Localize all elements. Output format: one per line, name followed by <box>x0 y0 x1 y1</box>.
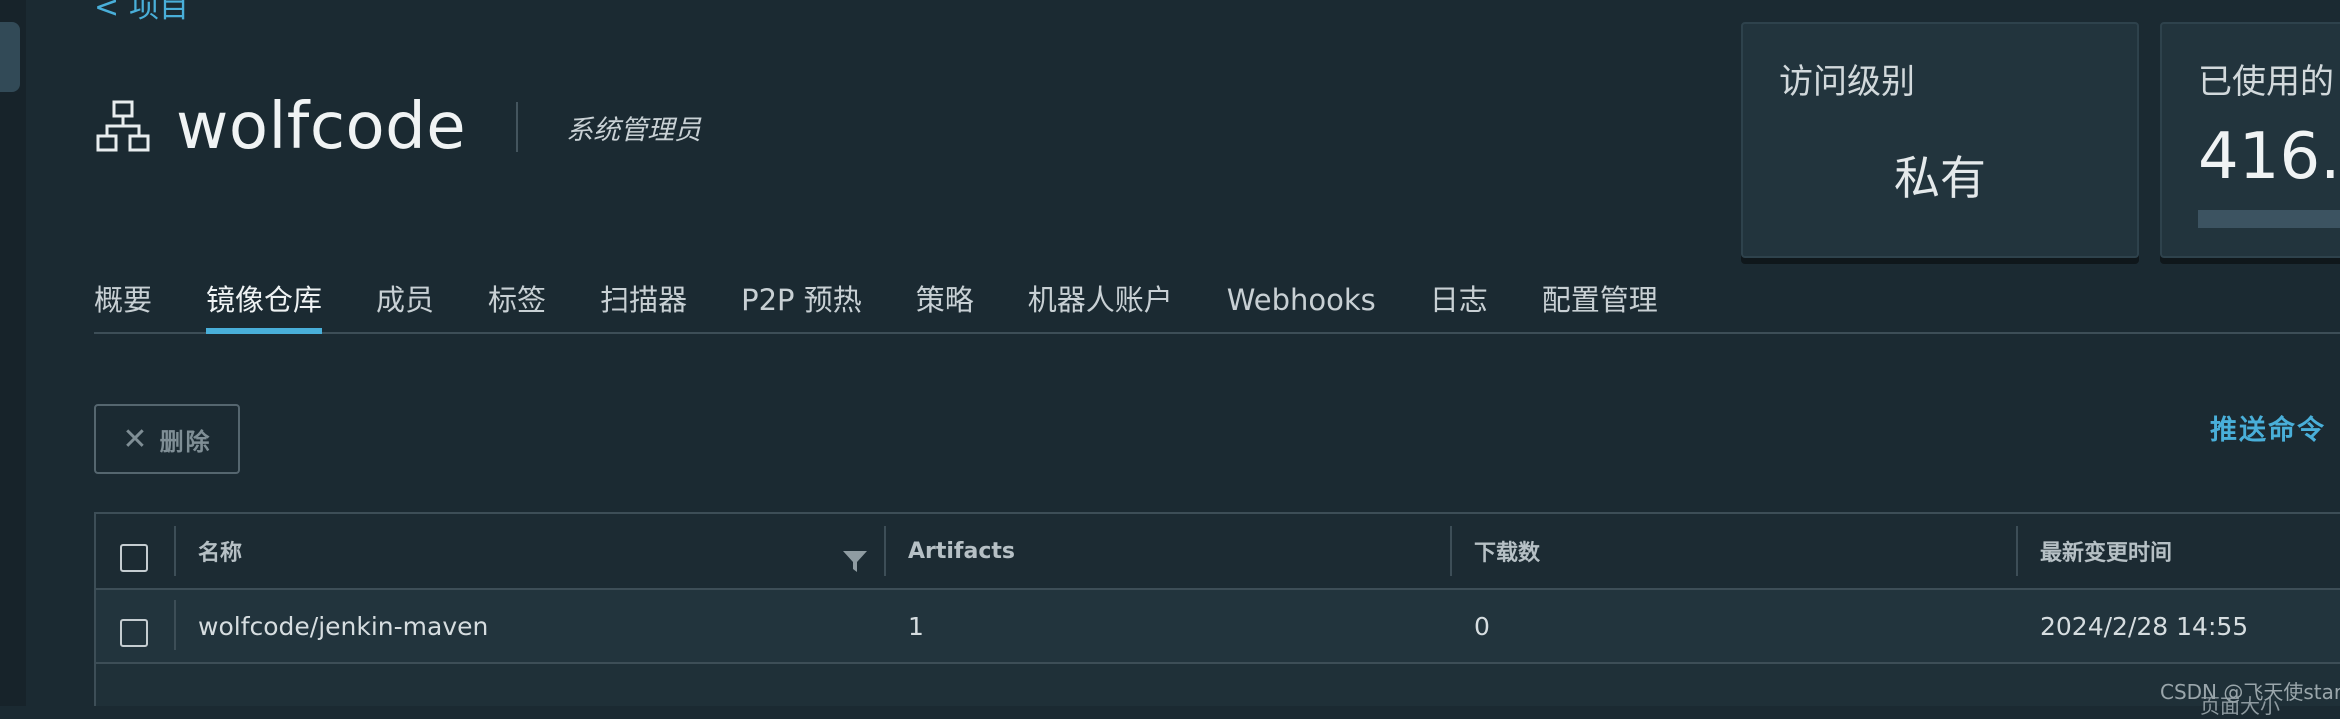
column-header-downloads[interactable]: 下载数 <box>1474 514 1540 588</box>
last-modified-time: 2024/2/28 14:55 <box>2040 611 2249 641</box>
project-name: wolfcode <box>176 90 467 164</box>
delete-button[interactable]: ✕ 删除 <box>94 404 240 474</box>
access-level-value: 私有 <box>1894 151 1986 205</box>
table-row[interactable]: wolfcode/jenkin-maven 1 0 2024/2/28 14:5… <box>96 590 2340 664</box>
tab-policy[interactable]: 策略 <box>916 274 974 322</box>
select-all-cell <box>120 514 148 588</box>
push-command-link[interactable]: 推送命令 <box>2210 408 2326 447</box>
column-header-artifacts[interactable]: Artifacts <box>908 514 1015 588</box>
quota-usage-value: 416.2 <box>2198 120 2340 194</box>
column-divider <box>1450 526 1452 576</box>
column-divider <box>174 600 176 650</box>
project-tabs: 概要 镜像仓库 成员 标签 扫描器 P2P 预热 策略 机器人账户 Webhoo… <box>94 274 2340 334</box>
column-divider <box>2016 526 2018 576</box>
column-header-updated[interactable]: 最新变更时间 <box>2040 514 2172 588</box>
tab-scanner[interactable]: 扫描器 <box>600 274 687 322</box>
delete-button-label: 删除 <box>159 427 212 456</box>
tab-p2p-preheat[interactable]: P2P 预热 <box>741 274 862 322</box>
quota-usage-bar <box>2198 210 2340 228</box>
tab-members[interactable]: 成员 <box>376 274 434 322</box>
tab-summary[interactable]: 概要 <box>94 274 152 322</box>
repository-name-link[interactable]: wolfcode/jenkin-maven <box>198 590 488 662</box>
chevron-left-icon: < <box>94 0 120 25</box>
tab-labels[interactable]: 标签 <box>488 274 546 322</box>
table-header: 名称 Artifacts 下载数 最新变更时间 <box>96 514 2340 590</box>
tab-configuration[interactable]: 配置管理 <box>1542 274 1658 322</box>
tab-webhooks[interactable]: Webhooks <box>1227 274 1376 322</box>
sidebar-toggle[interactable] <box>0 22 20 92</box>
column-header-name[interactable]: 名称 <box>198 514 242 588</box>
tab-logs[interactable]: 日志 <box>1430 274 1488 322</box>
quota-usage-card: 已使用的 416.2 <box>2160 22 2340 258</box>
download-count: 0 <box>1474 611 1490 641</box>
header-divider <box>516 102 519 152</box>
quota-usage-title: 已使用的 <box>2198 62 2334 102</box>
row-select-cell <box>120 590 148 662</box>
left-rail <box>0 0 26 706</box>
repository-table: 名称 Artifacts 下载数 最新变更时间 wolfcode/jenkin-… <box>94 512 2340 706</box>
column-divider <box>174 526 176 576</box>
column-divider <box>884 526 886 576</box>
artifacts-count: 1 <box>908 611 924 641</box>
access-level-title: 访问级别 <box>1779 62 1915 102</box>
tab-repositories[interactable]: 镜像仓库 <box>206 274 323 334</box>
project-header: wolfcode 系统管理员 <box>96 90 702 164</box>
close-icon: ✕ <box>122 421 150 457</box>
tab-robot-accounts[interactable]: 机器人账户 <box>1028 274 1173 322</box>
back-link-label: 项目 <box>129 0 190 25</box>
back-to-projects-link[interactable]: < 项目 <box>94 0 189 26</box>
select-all-checkbox[interactable] <box>120 544 148 572</box>
user-role: 系统管理员 <box>566 114 702 146</box>
watermark: CSDN @飞天使star <box>2160 680 2340 704</box>
project-hierarchy-icon <box>96 100 150 152</box>
access-level-card: 访问级别 私有 <box>1741 22 2139 258</box>
filter-icon[interactable] <box>842 548 868 574</box>
row-checkbox[interactable] <box>120 619 148 647</box>
